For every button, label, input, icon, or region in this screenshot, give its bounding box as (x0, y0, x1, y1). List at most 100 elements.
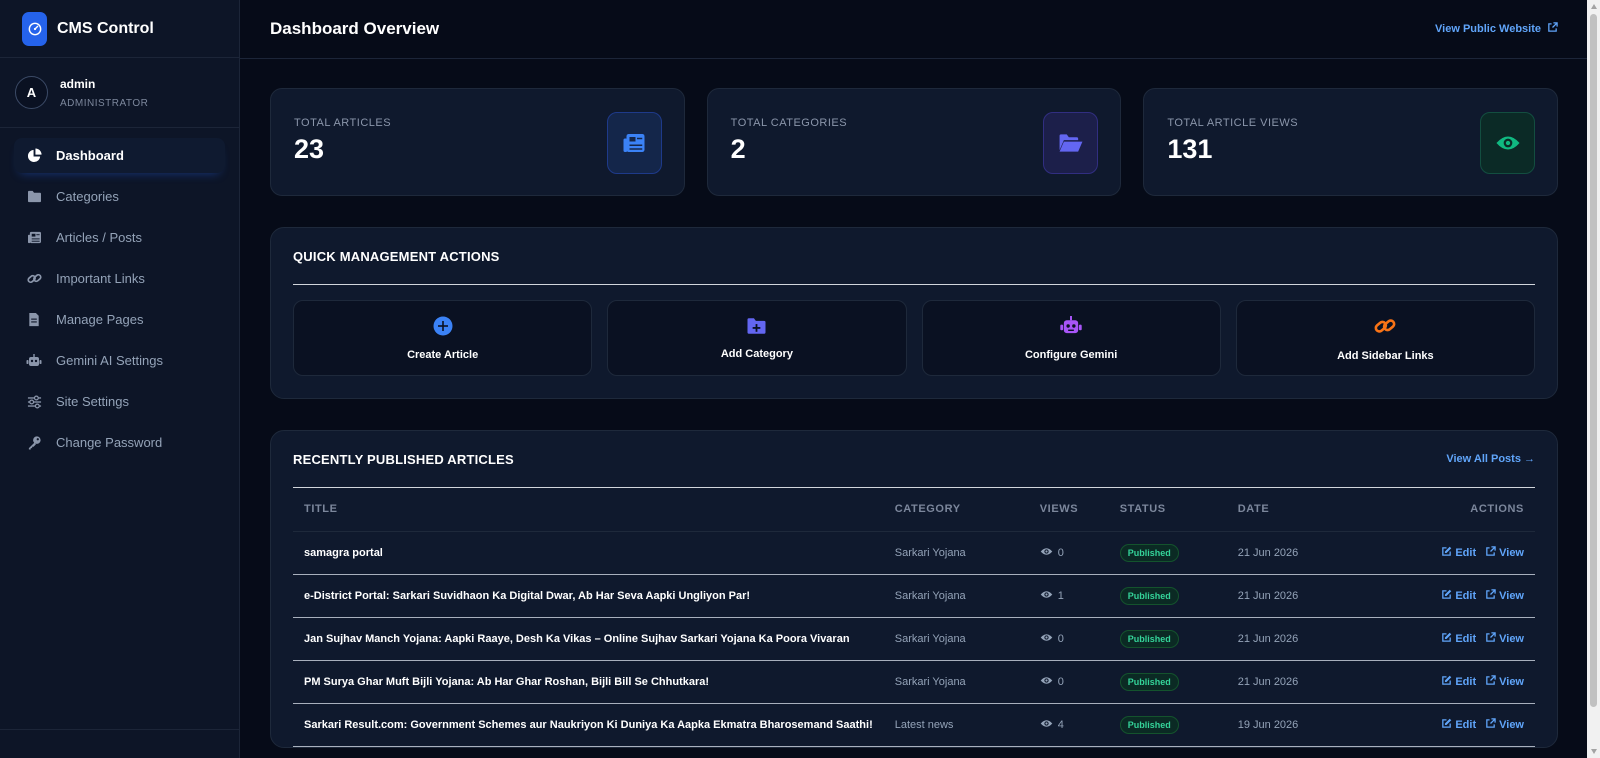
table-header-row: TITLE CATEGORY VIEWS STATUS DATE ACTIONS (293, 488, 1535, 532)
row-actions: Edit View (1358, 717, 1524, 732)
article-title[interactable]: Jan Sujhav Manch Yojana: Aapki Raaye, De… (293, 617, 884, 661)
sidebar-item-label: Manage Pages (56, 312, 144, 327)
recent-articles-title: RECENTLY PUBLISHED ARTICLES (293, 451, 514, 467)
create-article-button[interactable]: Create Article (293, 300, 593, 376)
sidebar-item-change-password[interactable]: Change Password (14, 425, 225, 460)
article-status-cell: Published (1108, 574, 1227, 618)
external-link-icon (1547, 22, 1558, 36)
article-category: Sarkari Yojana (883, 574, 1029, 618)
page-scrollbar[interactable] (1587, 0, 1600, 758)
edit-button[interactable]: Edit (1441, 632, 1476, 646)
link-icon (26, 271, 42, 287)
sidebar-item-gemini-settings[interactable]: Gemini AI Settings (14, 343, 225, 378)
row-actions: Edit View (1358, 545, 1524, 560)
article-title[interactable]: samagra portal (293, 531, 884, 575)
folder-open-icon (1043, 112, 1099, 174)
robot-icon (1059, 315, 1083, 341)
column-header-title: TITLE (293, 488, 884, 532)
articles-table-body: samagra portal Sarkari Yojana 0 Published 21… (293, 531, 1535, 747)
recent-articles-panel: RECENTLY PUBLISHED ARTICLES View All Pos… (270, 430, 1558, 748)
sidebar-item-categories[interactable]: Categories (14, 179, 225, 214)
configure-gemini-button[interactable]: Configure Gemini (921, 300, 1221, 376)
edit-button[interactable]: Edit (1441, 675, 1476, 689)
article-views: 4 (1040, 719, 1098, 731)
link-icon (1373, 315, 1397, 342)
article-actions-cell: Edit View (1346, 617, 1535, 661)
newspaper-icon (606, 112, 662, 174)
article-status-cell: Published (1108, 703, 1227, 747)
article-views-cell: 0 (1028, 617, 1109, 661)
article-category: Sarkari Yojana (883, 531, 1029, 575)
column-header-date: DATE (1226, 488, 1347, 532)
sidebar: CMS Control A admin ADMINISTRATOR Dashbo… (0, 0, 240, 758)
action-label: Add Category (720, 347, 793, 360)
edit-label: Edit (1455, 675, 1477, 688)
scroll-up-arrow-icon[interactable] (1591, 4, 1597, 9)
sidebar-item-dashboard[interactable]: Dashboard (14, 138, 225, 173)
table-row: e-District Portal: Sarkari Suvidhaon Ka … (293, 574, 1535, 618)
view-label: View (1499, 718, 1524, 731)
stat-card-categories: TOTAL CATEGORIES 2 (706, 88, 1122, 196)
topbar: Dashboard Overview View Public Website (240, 0, 1600, 59)
article-title[interactable]: PM Surya Ghar Muft Bijli Yojana: Ab Har … (293, 660, 884, 704)
quick-actions-title: QUICK MANAGEMENT ACTIONS (293, 248, 500, 264)
article-actions-cell: Edit View (1346, 574, 1535, 618)
view-label: View (1499, 589, 1524, 602)
article-title[interactable]: Sarkari Result.com: Government Schemes a… (293, 703, 884, 747)
scroll-down-arrow-icon[interactable] (1591, 749, 1597, 754)
external-link-icon (1485, 717, 1496, 732)
edit-button[interactable]: Edit (1441, 589, 1476, 603)
plus-circle-icon (433, 316, 453, 341)
edit-icon (1441, 675, 1452, 689)
article-views-cell: 0 (1028, 531, 1109, 575)
sidebar-item-manage-pages[interactable]: Manage Pages (14, 302, 225, 337)
sidebar-divider (0, 729, 239, 730)
quick-actions-header: QUICK MANAGEMENT ACTIONS (293, 228, 1535, 285)
column-header-status: STATUS (1108, 488, 1227, 532)
sidebar-item-site-settings[interactable]: Site Settings (14, 384, 225, 419)
sidebar-item-label: Articles / Posts (56, 230, 142, 245)
stat-value: 131 (1167, 134, 1213, 164)
scrollbar-thumb[interactable] (1590, 14, 1597, 707)
stat-value: 2 (730, 134, 746, 164)
eye-icon (1480, 112, 1536, 174)
table-row: Jan Sujhav Manch Yojana: Aapki Raaye, De… (293, 617, 1535, 661)
view-button[interactable]: View (1485, 631, 1524, 646)
app-root: CMS Control A admin ADMINISTRATOR Dashbo… (0, 0, 1600, 758)
article-date: 21 Jun 2026 (1226, 574, 1347, 618)
newspaper-icon (26, 230, 42, 246)
view-all-posts-link[interactable]: View All Posts → (1446, 453, 1535, 465)
table-row: Sarkari Result.com: Government Schemes a… (293, 703, 1535, 747)
view-button[interactable]: View (1485, 674, 1524, 689)
article-status-cell: Published (1108, 617, 1227, 661)
edit-button[interactable]: Edit (1441, 718, 1476, 732)
sidebar-item-label: Dashboard (56, 148, 124, 163)
column-header-views: VIEWS (1028, 488, 1109, 532)
edit-button[interactable]: Edit (1441, 546, 1476, 560)
view-button[interactable]: View (1485, 545, 1524, 560)
view-button[interactable]: View (1485, 588, 1524, 603)
article-views: 0 (1040, 547, 1098, 559)
view-public-website-link[interactable]: View Public Website (1435, 22, 1558, 36)
folder-plus-icon (746, 317, 767, 340)
row-actions: Edit View (1358, 631, 1524, 646)
add-category-button[interactable]: Add Category (607, 300, 907, 376)
sidebar-item-label: Change Password (56, 435, 163, 450)
edit-label: Edit (1455, 718, 1477, 731)
sidebar-item-important-links[interactable]: Important Links (14, 261, 225, 296)
article-status-cell: Published (1108, 660, 1227, 704)
sliders-icon (26, 394, 42, 410)
sidebar-item-articles[interactable]: Articles / Posts (14, 220, 225, 255)
views-count: 0 (1057, 546, 1064, 559)
views-count: 0 (1057, 632, 1064, 645)
external-link-icon (1485, 588, 1496, 603)
article-title[interactable]: e-District Portal: Sarkari Suvidhaon Ka … (293, 574, 884, 618)
view-button[interactable]: View (1485, 717, 1524, 732)
views-count: 4 (1057, 718, 1064, 731)
stat-card-articles: TOTAL ARTICLES 23 (270, 88, 685, 196)
edit-icon (1441, 589, 1452, 603)
eye-icon (1040, 633, 1053, 645)
external-link-icon (1485, 631, 1496, 646)
add-sidebar-links-button[interactable]: Add Sidebar Links (1235, 300, 1535, 376)
stat-label: TOTAL ARTICLES (294, 117, 392, 129)
